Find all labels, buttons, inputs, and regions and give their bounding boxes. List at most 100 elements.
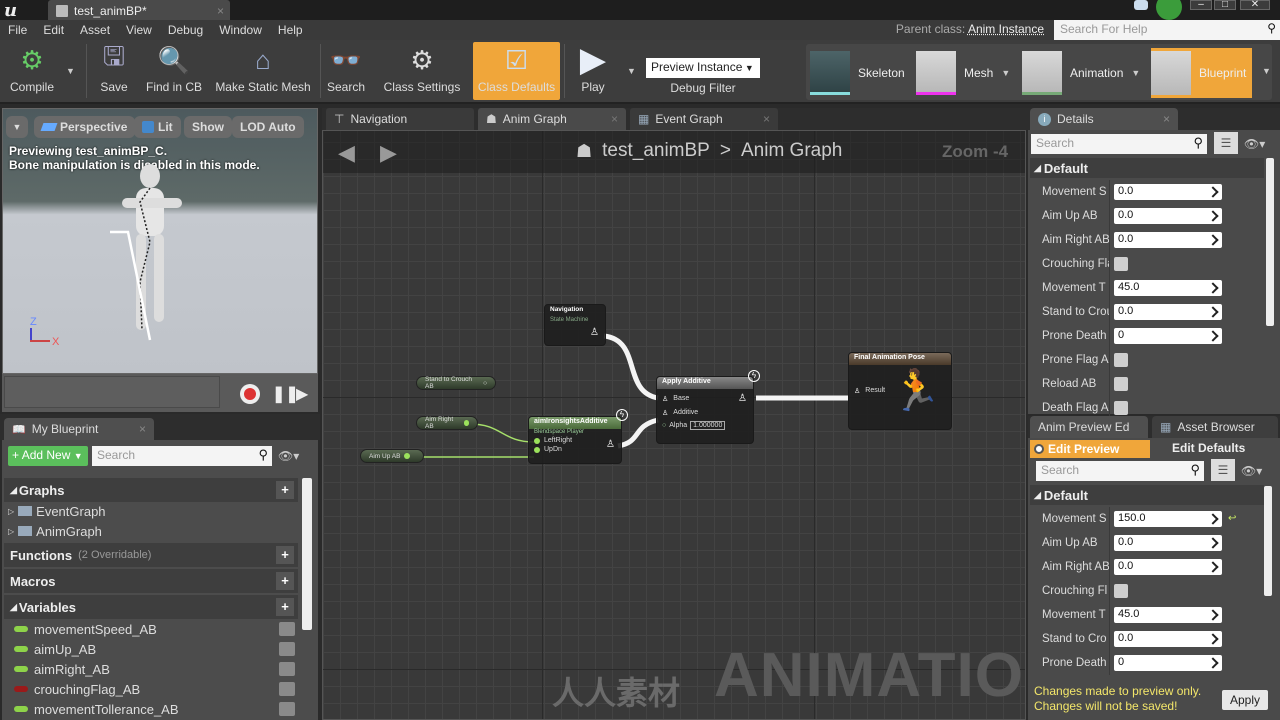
graph-item-animgraph[interactable]: ▷ AnimGraph bbox=[8, 521, 102, 541]
maximize-button[interactable]: □ bbox=[1214, 0, 1236, 10]
variable-visibility-eye-icon[interactable] bbox=[279, 622, 295, 636]
class-defaults-button[interactable]: ☑ Class Defaults bbox=[473, 42, 560, 100]
my-blueprint-scrollbar[interactable] bbox=[302, 478, 312, 630]
parent-class-link[interactable]: Anim Instance bbox=[968, 22, 1044, 36]
property-value-input[interactable]: 0 bbox=[1114, 655, 1222, 671]
mode-skeleton-button[interactable]: Skeleton bbox=[810, 48, 905, 98]
chevron-down-icon[interactable]: ▼ bbox=[1131, 68, 1140, 78]
property-value-input[interactable]: 0 bbox=[1114, 328, 1222, 344]
float-pin-icon[interactable] bbox=[534, 437, 540, 444]
property-value-input[interactable]: 0.0 bbox=[1114, 184, 1222, 200]
pose-pin-icon[interactable]: ♙ bbox=[590, 327, 599, 338]
save-button[interactable]: 🖫 Save bbox=[92, 41, 136, 100]
node-stand-to-crouch-ab[interactable]: Stand to Crouch AB ○ bbox=[416, 376, 496, 390]
close-tab-icon[interactable]: × bbox=[763, 112, 770, 126]
lit-button[interactable]: Lit bbox=[134, 116, 181, 138]
view-options-eye-icon[interactable]: 👁▾ bbox=[1244, 137, 1265, 151]
variable-item[interactable]: movementSpeed_AB bbox=[14, 619, 157, 639]
property-checkbox[interactable] bbox=[1114, 584, 1128, 598]
close-tab-icon[interactable]: × bbox=[139, 422, 146, 436]
pose-output-pin-icon[interactable]: ♙ bbox=[738, 393, 747, 404]
details-search-input[interactable]: Search ⚲ bbox=[1031, 134, 1207, 154]
tab-event-graph[interactable]: ▦ Event Graph × bbox=[630, 108, 778, 130]
macros-section-header[interactable]: Macros + bbox=[4, 569, 298, 593]
view-options-eye-icon[interactable]: 👁▾ bbox=[1241, 464, 1262, 478]
add-function-button[interactable]: + bbox=[276, 546, 294, 564]
menu-window[interactable]: Window bbox=[211, 23, 270, 37]
bool-pin-icon[interactable]: ○ bbox=[483, 380, 487, 387]
asset-browser-tab[interactable]: ▦ Asset Browser bbox=[1152, 416, 1278, 438]
close-window-button[interactable]: ✕ bbox=[1240, 0, 1270, 10]
tab-anim-graph[interactable]: ☗ Anim Graph × bbox=[478, 108, 626, 130]
details-tab[interactable]: i Details × bbox=[1030, 108, 1178, 130]
chevron-down-icon[interactable]: ▼ bbox=[1001, 68, 1010, 78]
details-scrollbar[interactable] bbox=[1266, 158, 1274, 326]
make-static-mesh-button[interactable]: ⌂ Make Static Mesh bbox=[212, 42, 314, 100]
add-macro-button[interactable]: + bbox=[276, 572, 294, 590]
property-value-input[interactable]: 150.0 bbox=[1114, 511, 1222, 527]
feedback-icon[interactable] bbox=[1134, 0, 1148, 10]
variable-item[interactable]: movementTollerance_AB bbox=[14, 699, 179, 719]
menu-help[interactable]: Help bbox=[270, 23, 311, 37]
variable-item[interactable]: crouchingFlag_AB bbox=[14, 679, 140, 699]
compile-options-chevron-icon[interactable]: ▼ bbox=[66, 66, 75, 76]
variable-visibility-eye-icon[interactable] bbox=[279, 682, 295, 696]
pause-button[interactable]: ❚❚ bbox=[272, 384, 299, 404]
apply-button[interactable]: Apply bbox=[1222, 690, 1268, 710]
search-button[interactable]: 👓 Search bbox=[324, 42, 368, 100]
float-pin-icon[interactable] bbox=[534, 446, 540, 453]
node-final-animation-pose[interactable]: Final Animation Pose ♙ Result 🏃 bbox=[848, 352, 952, 430]
pose-pin-icon[interactable]: ♙ bbox=[662, 409, 668, 417]
perspective-button[interactable]: Perspective bbox=[34, 116, 136, 138]
variable-visibility-eye-icon[interactable] bbox=[279, 662, 295, 676]
preview-category-default[interactable]: ◢ Default bbox=[1030, 485, 1264, 505]
expand-triangle-icon[interactable]: ▷ bbox=[8, 527, 14, 536]
record-button[interactable] bbox=[240, 384, 260, 404]
property-value-input[interactable]: 0.0 bbox=[1114, 304, 1222, 320]
property-value-input[interactable]: 0.0 bbox=[1114, 208, 1222, 224]
compile-button[interactable]: ⚙ Compile bbox=[4, 42, 60, 100]
show-button[interactable]: Show bbox=[184, 116, 232, 138]
menu-edit[interactable]: Edit bbox=[35, 23, 72, 37]
pose-pin-icon[interactable]: ♙ bbox=[606, 439, 615, 450]
document-tab[interactable]: test_animBP* × bbox=[48, 0, 230, 20]
expand-triangle-icon[interactable]: ▷ bbox=[8, 507, 14, 516]
property-value-input[interactable]: 0.0 bbox=[1114, 559, 1222, 575]
pose-pin-icon[interactable]: ♙ bbox=[854, 387, 860, 395]
tab-navigation[interactable]: ⊤ Navigation bbox=[326, 108, 474, 130]
node-apply-additive[interactable]: Apply Additive ♙ Base ♙ Additive ○ Alpha 1.0… bbox=[656, 376, 754, 444]
reset-to-default-icon[interactable]: ↩ bbox=[1228, 513, 1236, 524]
menu-asset[interactable]: Asset bbox=[72, 23, 118, 37]
play-options-chevron-icon[interactable]: ▼ bbox=[627, 66, 636, 76]
property-value-input[interactable]: 0.0 bbox=[1114, 631, 1222, 647]
preview-search-input[interactable]: Search ⚲ bbox=[1036, 461, 1204, 481]
preview-scrollbar[interactable] bbox=[1264, 486, 1272, 596]
debug-filter-select[interactable]: Preview Instance ▼ bbox=[646, 58, 760, 78]
add-graph-button[interactable]: + bbox=[276, 481, 294, 499]
close-tab-icon[interactable]: × bbox=[1163, 112, 1170, 126]
anim-preview-editor-tab[interactable]: Anim Preview Ed bbox=[1030, 416, 1148, 438]
variables-section-header[interactable]: ◢ Variables + bbox=[4, 595, 298, 619]
mode-blueprint-button[interactable]: Blueprint bbox=[1151, 48, 1253, 98]
play-button[interactable]: ▶ Play bbox=[568, 41, 618, 100]
add-variable-button[interactable]: + bbox=[276, 598, 294, 616]
my-blueprint-tab[interactable]: 📖 My Blueprint × bbox=[4, 418, 154, 440]
minimize-button[interactable]: – bbox=[1190, 0, 1212, 10]
details-category-default[interactable]: ◢ Default bbox=[1030, 158, 1264, 178]
mode-animation-button[interactable]: Animation ▼ bbox=[1022, 48, 1140, 98]
alpha-value-input[interactable]: 1.000000 bbox=[690, 421, 726, 430]
node-aim-up-ab[interactable]: Aim Up AB bbox=[360, 449, 424, 463]
node-navigation-state-machine[interactable]: Navigation State Machine ♙ bbox=[544, 304, 606, 346]
variable-visibility-eye-icon[interactable] bbox=[279, 702, 295, 716]
step-forward-button[interactable]: ▶ bbox=[296, 384, 308, 404]
property-checkbox[interactable] bbox=[1114, 257, 1128, 271]
timeline-scrubber[interactable] bbox=[4, 376, 220, 408]
property-matrix-icon[interactable]: ☰ bbox=[1211, 459, 1235, 481]
my-blueprint-search-input[interactable]: Search ⚲ bbox=[92, 446, 272, 466]
class-settings-button[interactable]: ⚙ Class Settings bbox=[380, 42, 464, 100]
property-value-input[interactable]: 45.0 bbox=[1114, 607, 1222, 623]
chevron-down-icon[interactable]: ▼ bbox=[1262, 66, 1271, 76]
close-tab-icon[interactable]: × bbox=[217, 4, 224, 18]
menu-debug[interactable]: Debug bbox=[160, 23, 211, 37]
float-pin-icon[interactable] bbox=[404, 453, 411, 459]
